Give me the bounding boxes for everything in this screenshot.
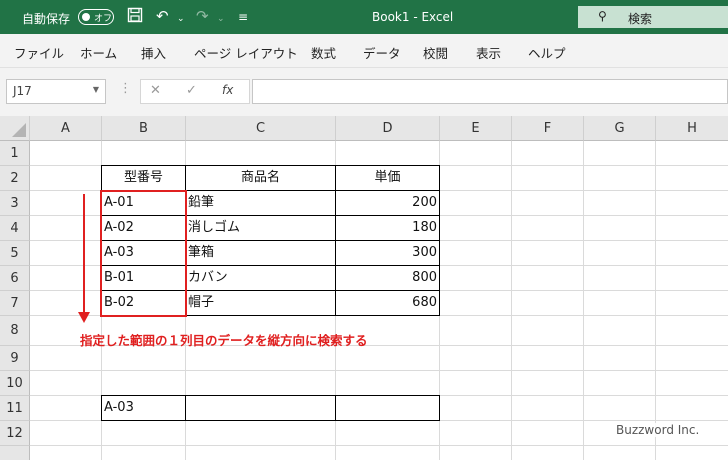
tab-view[interactable]: 表示 <box>476 43 501 62</box>
table-cell[interactable]: 800 <box>336 266 437 290</box>
undo-dropdown-icon[interactable]: ⌄ <box>177 10 185 28</box>
table-border <box>101 395 102 421</box>
chevron-down-icon[interactable]: ▼ <box>93 85 99 94</box>
formula-bar-area: J17 ▼ ⋮ ✕ ✓ fx <box>0 68 728 116</box>
select-all-corner[interactable] <box>0 116 30 141</box>
name-box-value: J17 <box>13 84 32 98</box>
tab-insert[interactable]: 挿入 <box>141 43 166 62</box>
table-cell[interactable]: 消しゴム <box>188 216 334 240</box>
row-header[interactable]: 11 <box>0 396 30 421</box>
gridline <box>655 141 656 460</box>
table-cell[interactable]: 筆箱 <box>188 241 334 265</box>
table-border <box>439 165 440 316</box>
table-cell[interactable]: 180 <box>336 216 437 240</box>
row-header[interactable]: 10 <box>0 371 30 396</box>
column-header[interactable]: F <box>512 116 584 141</box>
gridline <box>583 141 584 460</box>
table-cell[interactable]: 帽子 <box>188 291 334 315</box>
row-header[interactable]: 2 <box>0 166 30 191</box>
search-box[interactable]: ⚲ 検索 <box>578 6 728 28</box>
search-placeholder: 検索 <box>628 12 653 26</box>
column-header[interactable]: C <box>186 116 336 141</box>
row-header[interactable]: 8 <box>0 316 30 346</box>
tab-file[interactable]: ファイル <box>14 43 64 62</box>
column-header[interactable]: D <box>336 116 440 141</box>
tab-formulas[interactable]: 数式 <box>311 43 336 62</box>
more-options-icon[interactable]: ⋮ <box>119 81 132 96</box>
table-cell[interactable]: 200 <box>336 191 437 215</box>
highlight-range-box <box>100 190 187 317</box>
down-arrow-shaft <box>83 194 85 314</box>
name-box[interactable]: J17 ▼ <box>6 79 106 104</box>
column-header[interactable]: H <box>656 116 728 141</box>
save-icon[interactable] <box>127 7 143 27</box>
annotation-text: 指定した範囲の１列目のデータを縦方向に検索する <box>80 333 368 348</box>
tab-data[interactable]: データ <box>363 43 401 62</box>
tab-home[interactable]: ホーム <box>80 43 117 62</box>
undo-icon[interactable]: ↶ <box>156 7 169 25</box>
title-bar: 自動保存 オフ ↶ ⌄ ↷ ⌄ ≡ Book1 - Excel ⚲ 検索 <box>0 0 728 34</box>
table-border <box>439 395 440 421</box>
column-header[interactable]: E <box>440 116 512 141</box>
enter-icon[interactable]: ✓ <box>186 83 197 98</box>
header-product-name[interactable]: 商品名 <box>186 166 335 190</box>
ribbon-tabs: ファイル ホーム 挿入 ページ レイアウト 数式 データ 校閲 表示 ヘルプ <box>0 34 728 68</box>
watermark: Buzzword Inc. <box>612 423 704 437</box>
autosave-toggle-label: オフ <box>94 14 113 24</box>
table-border <box>335 395 336 421</box>
customize-toolbar-icon[interactable]: ≡ <box>238 8 248 26</box>
table-border <box>185 395 186 421</box>
redo-icon[interactable]: ↷ <box>196 7 209 25</box>
column-header[interactable]: A <box>30 116 102 141</box>
down-arrow-icon <box>78 312 90 323</box>
toggle-knob <box>82 12 90 21</box>
table-cell[interactable]: 300 <box>336 241 437 265</box>
gridline <box>511 141 512 460</box>
autosave-toggle[interactable]: オフ <box>78 9 114 25</box>
row-header[interactable]: 6 <box>0 266 30 291</box>
insert-function-icon[interactable]: fx <box>222 83 233 97</box>
row-header[interactable]: 7 <box>0 291 30 316</box>
tab-help[interactable]: ヘルプ <box>528 43 566 62</box>
cancel-icon[interactable]: ✕ <box>150 83 161 98</box>
header-unit-price[interactable]: 単価 <box>336 166 439 190</box>
table-border <box>101 420 440 421</box>
row-header[interactable]: 9 <box>0 346 30 371</box>
row-header[interactable]: 12 <box>0 421 30 446</box>
tab-review[interactable]: 校閲 <box>423 43 448 62</box>
column-header[interactable]: B <box>102 116 186 141</box>
lookup-value-cell[interactable]: A-03 <box>104 396 184 420</box>
table-cell[interactable]: カバン <box>188 266 334 290</box>
row-header-partial <box>0 446 30 460</box>
spreadsheet-grid[interactable]: A B C D E F G H 1 2 3 4 5 6 7 8 9 10 11 … <box>0 116 728 460</box>
search-icon: ⚲ <box>598 9 607 23</box>
table-cell[interactable]: 鉛筆 <box>188 191 334 215</box>
autosave-label: 自動保存 <box>22 12 71 26</box>
row-header[interactable]: 3 <box>0 191 30 216</box>
gridline <box>30 370 728 371</box>
document-title: Book1 - Excel <box>372 10 454 24</box>
row-header[interactable]: 5 <box>0 241 30 266</box>
redo-dropdown-icon[interactable]: ⌄ <box>217 10 225 28</box>
header-model-number[interactable]: 型番号 <box>102 166 185 190</box>
formula-input[interactable] <box>252 79 728 104</box>
row-header[interactable]: 1 <box>0 141 30 166</box>
row-header[interactable]: 4 <box>0 216 30 241</box>
tab-page-layout[interactable]: ページ レイアウト <box>194 43 298 62</box>
column-header[interactable]: G <box>584 116 656 141</box>
gridline <box>30 445 728 446</box>
table-cell[interactable]: 680 <box>336 291 437 315</box>
